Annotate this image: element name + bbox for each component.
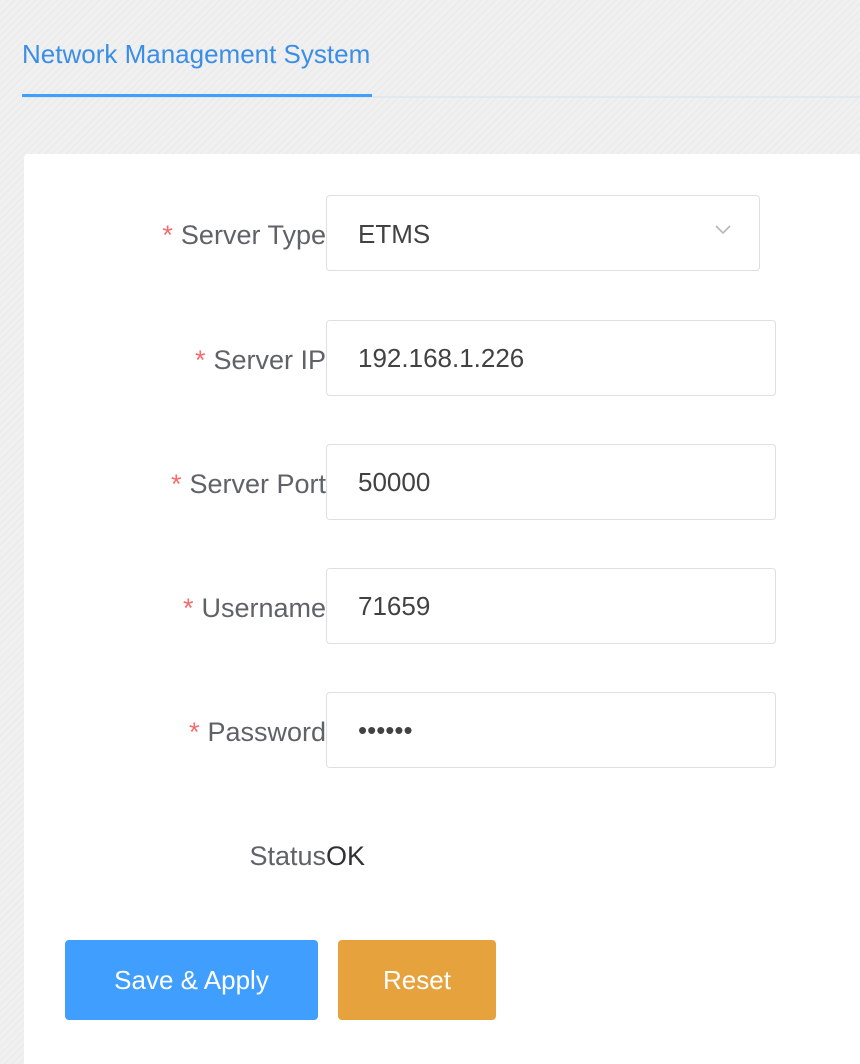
password-label-text: Password xyxy=(207,717,326,747)
username-row: * Username xyxy=(24,568,860,648)
server-ip-label-text: Server IP xyxy=(213,345,326,375)
tab-bar: Network Management System xyxy=(22,26,860,98)
required-mark: * xyxy=(188,717,200,747)
tab-network-management-system[interactable]: Network Management System xyxy=(22,26,373,97)
username-label: * Username xyxy=(183,568,326,648)
server-type-select[interactable]: ETMS xyxy=(326,195,760,271)
settings-form-panel: *Server Type ETMS *Server IP *Server Por… xyxy=(24,154,860,1064)
required-mark: * xyxy=(182,593,194,623)
server-port-input[interactable] xyxy=(327,445,775,519)
username-input[interactable] xyxy=(327,569,775,643)
server-ip-field xyxy=(326,320,776,396)
server-type-label-text: Server Type xyxy=(180,220,326,250)
server-type-label: * Server Type xyxy=(162,195,326,275)
username-field xyxy=(326,568,776,644)
password-input[interactable] xyxy=(327,693,775,767)
server-ip-input[interactable] xyxy=(327,321,775,395)
server-port-row: * Server Port xyxy=(24,444,860,524)
server-port-label-text: Server Port xyxy=(189,469,326,499)
required-mark: * xyxy=(194,345,206,375)
required-mark: * xyxy=(170,469,182,499)
server-port-label: * Server Port xyxy=(171,444,326,524)
server-ip-label: * Server IP xyxy=(195,320,326,400)
server-type-row: * Server Type ETMS xyxy=(24,195,860,275)
status-label: Status xyxy=(249,841,326,871)
status-value: OK xyxy=(326,841,366,871)
username-label-text: Username xyxy=(201,593,326,623)
server-port-field xyxy=(326,444,776,520)
chevron-down-icon xyxy=(715,225,731,235)
server-type-value: ETMS xyxy=(358,219,431,249)
required-mark: * xyxy=(162,220,173,250)
reset-button[interactable]: Reset xyxy=(338,940,496,1020)
password-field xyxy=(326,692,776,768)
server-ip-row: * Server IP xyxy=(24,320,860,400)
password-label: * Password xyxy=(189,692,326,772)
save-apply-button[interactable]: Save & Apply xyxy=(65,940,318,1020)
status-row: Status OK xyxy=(24,816,860,896)
password-row: * Password xyxy=(24,692,860,772)
